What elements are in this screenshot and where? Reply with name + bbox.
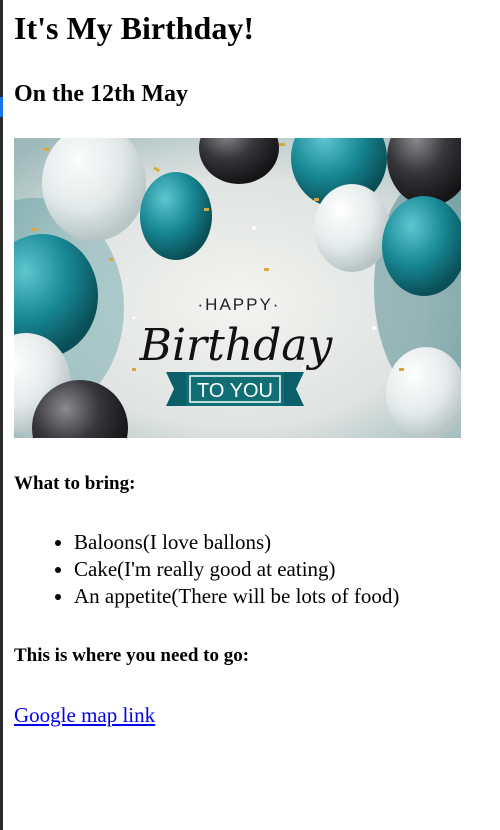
banner-to-you-text: TO YOU: [197, 380, 273, 402]
google-map-link[interactable]: Google map link: [14, 701, 155, 729]
birthday-banner-image: ·HAPPY· Birthday TO YOU: [14, 138, 461, 438]
page-subtitle: On the 12th May: [14, 81, 188, 107]
bring-list: Baloons(I love ballons) Cake(I'm really …: [14, 529, 399, 610]
banner-birthday-text: Birthday: [139, 320, 334, 371]
balloon-teal-top: [140, 172, 212, 260]
window-left-edge: [0, 0, 3, 830]
list-item: An appetite(There will be lots of food): [74, 583, 399, 610]
window-edge-highlight: [0, 97, 3, 117]
directions-heading: This is where you need to go:: [14, 645, 250, 666]
list-item: Baloons(I love ballons): [74, 529, 399, 556]
bring-heading: What to bring:: [14, 473, 136, 494]
page-title: It's My Birthday!: [14, 10, 254, 46]
balloon-clear-right: [314, 184, 390, 272]
banner-happy-text: ·HAPPY·: [198, 295, 281, 314]
list-item: Cake(I'm really good at eating): [74, 556, 399, 583]
